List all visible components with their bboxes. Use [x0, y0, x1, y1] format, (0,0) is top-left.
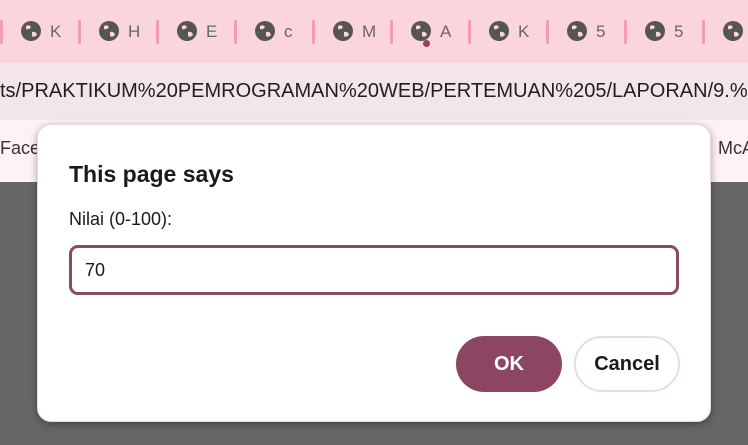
browser-tab[interactable]: S [702, 16, 748, 46]
tab-separator [234, 20, 237, 44]
tab-separator [78, 20, 81, 44]
globe-icon [567, 21, 587, 41]
tab-separator [546, 20, 549, 44]
dialog-title: This page says [69, 161, 234, 187]
tab-separator [0, 20, 3, 44]
tab-separator [156, 20, 159, 44]
globe-icon [99, 21, 119, 41]
globe-icon [21, 21, 41, 41]
browser-tab[interactable]: H [78, 16, 156, 46]
globe-icon [489, 21, 509, 41]
browser-tab[interactable]: 5 [624, 16, 702, 46]
tab-title: 5 [596, 22, 606, 41]
browser-tab[interactable]: M [312, 16, 390, 46]
tab-title: c [284, 22, 293, 41]
globe-icon [723, 21, 743, 41]
tab-title: H [128, 22, 141, 41]
url-field[interactable]: ts/PRAKTIKUM%20PEMROGRAMAN%20WEB/PERTEMU… [0, 80, 748, 103]
address-bar: ts/PRAKTIKUM%20PEMROGRAMAN%20WEB/PERTEMU… [0, 63, 748, 120]
globe-icon [411, 21, 431, 41]
tab-title: K [518, 22, 530, 41]
browser-tab[interactable]: E [156, 16, 234, 46]
cancel-button[interactable]: Cancel [574, 336, 680, 392]
tab-separator [312, 20, 315, 44]
globe-icon [255, 21, 275, 41]
bookmark-item[interactable]: McA [718, 138, 748, 159]
globe-icon [645, 21, 665, 41]
prompt-dialog: This page says Nilai (0-100): OK Cancel [37, 124, 711, 422]
browser-tab[interactable]: K [468, 16, 546, 46]
tab-title: 5 [674, 22, 684, 41]
tab-separator [390, 20, 393, 44]
tab-title: K [50, 22, 62, 41]
tab-separator [624, 20, 627, 44]
tab-title: M [362, 22, 377, 41]
browser-tab[interactable]: 5 [546, 16, 624, 46]
tab-separator [468, 20, 471, 44]
browser-tab[interactable]: c [234, 16, 312, 46]
browser-tab[interactable]: A [390, 16, 468, 47]
loading-indicator-dot [423, 40, 430, 47]
ok-button[interactable]: OK [456, 336, 562, 392]
browser-tab[interactable]: K [0, 16, 78, 46]
dialog-message: Nilai (0-100): [69, 209, 173, 229]
globe-icon [333, 21, 353, 41]
globe-icon [177, 21, 197, 41]
tab-strip: K H E c M A K 5 5 [0, 0, 748, 63]
prompt-input[interactable] [69, 245, 679, 295]
tab-title: E [206, 22, 218, 41]
tab-separator [702, 20, 705, 44]
tab-title: A [440, 22, 452, 41]
